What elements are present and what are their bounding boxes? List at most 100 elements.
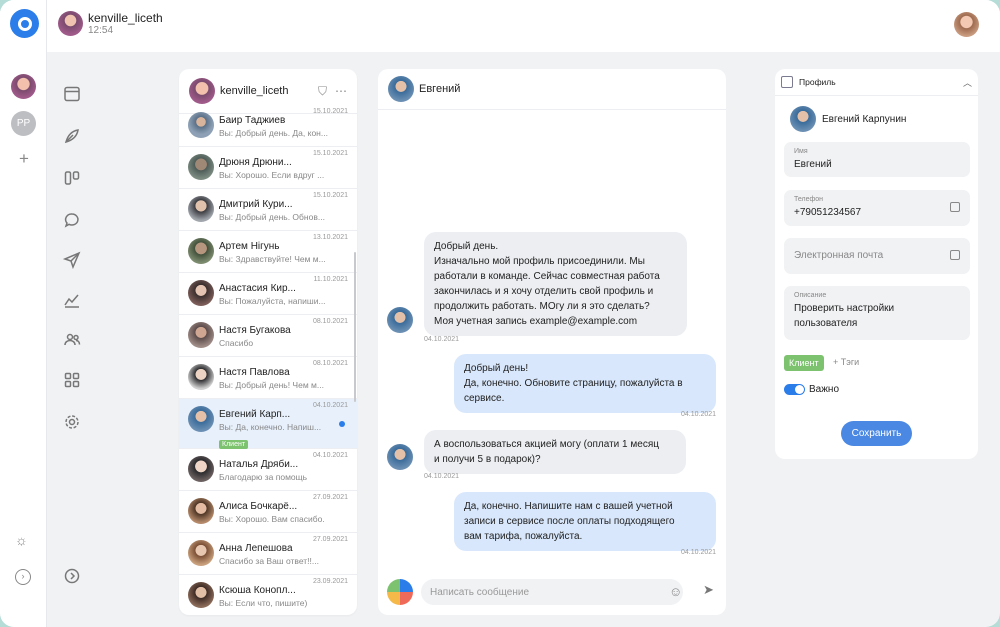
- avatar: [188, 154, 214, 180]
- email-field[interactable]: Электронная почта: [784, 238, 970, 274]
- account-pp-avatar[interactable]: PP: [11, 111, 36, 136]
- chat-item[interactable]: Наталья Дряби... Благодарю за помощь 04.10…: [179, 449, 357, 491]
- theme-toggle-icon[interactable]: ☼: [15, 532, 28, 548]
- profile-header[interactable]: Профиль ︿: [775, 69, 978, 96]
- username: kenville_liceth: [88, 10, 163, 25]
- filter-icon[interactable]: ⛉: [318, 84, 327, 99]
- unread-dot: [339, 421, 345, 427]
- contact-avatar[interactable]: [388, 76, 414, 102]
- avatar: [188, 364, 214, 390]
- chat-item-preview: Вы: Добрый день. Да, кон...: [219, 128, 328, 138]
- chat-item-date: 15.10.2021: [312, 108, 348, 115]
- chat-item-name: Наталья Дряби...: [219, 459, 299, 470]
- add-tags-button[interactable]: + Тэги: [833, 357, 859, 367]
- chat-item-name: Дмитрий Кури...: [219, 199, 293, 210]
- emoji-icon[interactable]: ☺: [669, 584, 682, 599]
- incoming-message: А воспользоваться акцией могу (оплати 1 …: [424, 430, 686, 474]
- profile-full-name: Евгений Карпунин: [822, 113, 907, 125]
- current-user[interactable]: kenville_liceth 12:54: [58, 11, 163, 36]
- name-field[interactable]: Имя Евгений: [784, 142, 970, 177]
- chat-item-name: Алиса Бочкарё...: [219, 501, 298, 512]
- chat-item-preview: Благодарю за помощь: [219, 472, 308, 482]
- important-toggle[interactable]: [784, 384, 805, 395]
- message-line: А воспользоваться акцией могу (оплати 1 …: [434, 439, 659, 450]
- users-icon[interactable]: [60, 328, 84, 352]
- avatar: [188, 238, 214, 264]
- chat-item[interactable]: Артем Нігунь Вы: Здравствуйте! Чем м... 13…: [179, 231, 357, 273]
- chevron-up-icon[interactable]: ︿: [963, 76, 972, 89]
- email-placeholder: Электронная почта: [794, 250, 884, 261]
- chat-item[interactable]: Настя Павлова Вы: Добрый день! Чем м... 08…: [179, 357, 357, 399]
- account-avatar[interactable]: [11, 74, 36, 99]
- copy-icon[interactable]: [950, 250, 960, 260]
- expand-rail-icon[interactable]: ›: [15, 569, 31, 585]
- outgoing-message: Да, конечно. Напишите нам с вашей учетно…: [454, 492, 716, 551]
- apps-icon[interactable]: [60, 368, 84, 392]
- client-tag[interactable]: Клиент: [784, 355, 824, 371]
- profile-card-icon: [781, 76, 793, 88]
- avatar: [58, 11, 83, 36]
- chat-item[interactable]: Анастасия Кир... Вы: Пожалуйста, напиши..…: [179, 273, 357, 315]
- add-account-icon[interactable]: +: [14, 149, 34, 169]
- message-line: Да, конечно. Обновите страницу, пожалуйс…: [464, 378, 683, 389]
- message-line: записи в сервисе после оплаты подходящег…: [464, 516, 675, 527]
- message-line: вам тарифа, пожалуйста.: [464, 531, 583, 542]
- chat-item-date: 04.10.2021: [312, 402, 348, 409]
- incoming-message: Добрый день. Изначально мой профиль прис…: [424, 232, 687, 336]
- avatar: [188, 456, 214, 482]
- profile-avatar-button[interactable]: [954, 12, 979, 37]
- message-input[interactable]: [421, 579, 683, 605]
- name-value: Евгений: [794, 159, 832, 170]
- chat-bubble-icon[interactable]: [60, 208, 84, 232]
- chat-item-date: 23.09.2021: [312, 578, 348, 585]
- analytics-icon[interactable]: [60, 288, 84, 312]
- chat-item[interactable]: Дрюня Дрюни... Вы: Хорошо. Если вдруг ...…: [179, 147, 357, 189]
- message-date: 04.10.2021: [681, 411, 717, 418]
- avatar: [188, 540, 214, 566]
- chat-item-preview: Вы: Если что, пишите): [219, 598, 308, 608]
- chat-item-preview: Вы: Хорошо. Если вдруг ...: [219, 170, 325, 180]
- chat-item-date: 11.10.2021: [313, 276, 348, 283]
- account-avatar: [189, 78, 215, 104]
- more-options-icon[interactable]: ⋯: [335, 84, 347, 98]
- chat-item[interactable]: Анна Лепешова Спасибо за Ваш ответ!!... 27…: [179, 533, 357, 575]
- chat-item-preview: Вы: Хорошо. Вам спасибо.: [219, 514, 325, 524]
- inbox-icon[interactable]: [60, 82, 84, 106]
- message-line: продолжить работать. МОгу ли я это сдела…: [434, 301, 650, 312]
- chat-item[interactable]: Алиса Бочкарё... Вы: Хорошо. Вам спасибо.…: [179, 491, 357, 533]
- chat-item-date: 13.10.2021: [312, 234, 348, 241]
- collapse-nav-icon[interactable]: [60, 564, 84, 588]
- kanban-icon[interactable]: [60, 166, 84, 190]
- copy-icon[interactable]: [950, 202, 960, 212]
- name-label: Имя: [794, 148, 808, 155]
- chat-item[interactable]: Ксюша Конопл... Вы: Если что, пишите) 23.0…: [179, 575, 357, 615]
- settings-gear-icon[interactable]: [60, 410, 84, 434]
- chat-item-preview: Спасибо: [219, 338, 254, 348]
- chat-item-preview: Спасибо за Ваш ответ!!...: [219, 556, 319, 566]
- chat-item-name: Ксюша Конопл...: [219, 585, 296, 596]
- chat-item-date: 27.09.2021: [312, 536, 348, 543]
- chat-list-scrollbar[interactable]: [354, 252, 356, 402]
- chat-item-date: 08.10.2021: [312, 360, 348, 367]
- chat-item[interactable]: Настя Бугакова Спасибо 08.10.2021: [179, 315, 357, 357]
- app-logo-icon[interactable]: [10, 9, 39, 38]
- contact-name: Евгений: [419, 83, 461, 95]
- channel-avatar[interactable]: [387, 579, 413, 605]
- chat-item-name: Анастасия Кир...: [219, 283, 296, 294]
- chat-item-selected[interactable]: Евгений Карп... Вы: Да, конечно. Напиш...…: [179, 399, 357, 449]
- profile-user: Евгений Карпунин: [784, 106, 906, 132]
- description-field[interactable]: Описание Проверить настройки пользовател…: [784, 286, 970, 340]
- avatar: [188, 280, 214, 306]
- send-icon[interactable]: [60, 248, 84, 272]
- phone-field[interactable]: Телефон +79051234567: [784, 190, 970, 226]
- chat-item-preview: Вы: Добрый день. Обнов...: [219, 212, 325, 222]
- chat-item[interactable]: Дмитрий Кури... Вы: Добрый день. Обнов...…: [179, 189, 357, 231]
- chat-item-preview: Вы: Да, конечно. Напиш...: [219, 422, 322, 432]
- feather-icon[interactable]: [60, 124, 84, 148]
- send-message-icon[interactable]: ➤: [703, 582, 714, 598]
- save-button[interactable]: Сохранить: [841, 421, 912, 446]
- chat-item-date: 08.10.2021: [312, 318, 348, 325]
- chat-item-name: Настя Павлова: [219, 367, 290, 378]
- chat-item[interactable]: Баир Таджиев Вы: Добрый день. Да, кон... 1…: [179, 105, 357, 147]
- message-line: Добрый день.: [434, 241, 499, 252]
